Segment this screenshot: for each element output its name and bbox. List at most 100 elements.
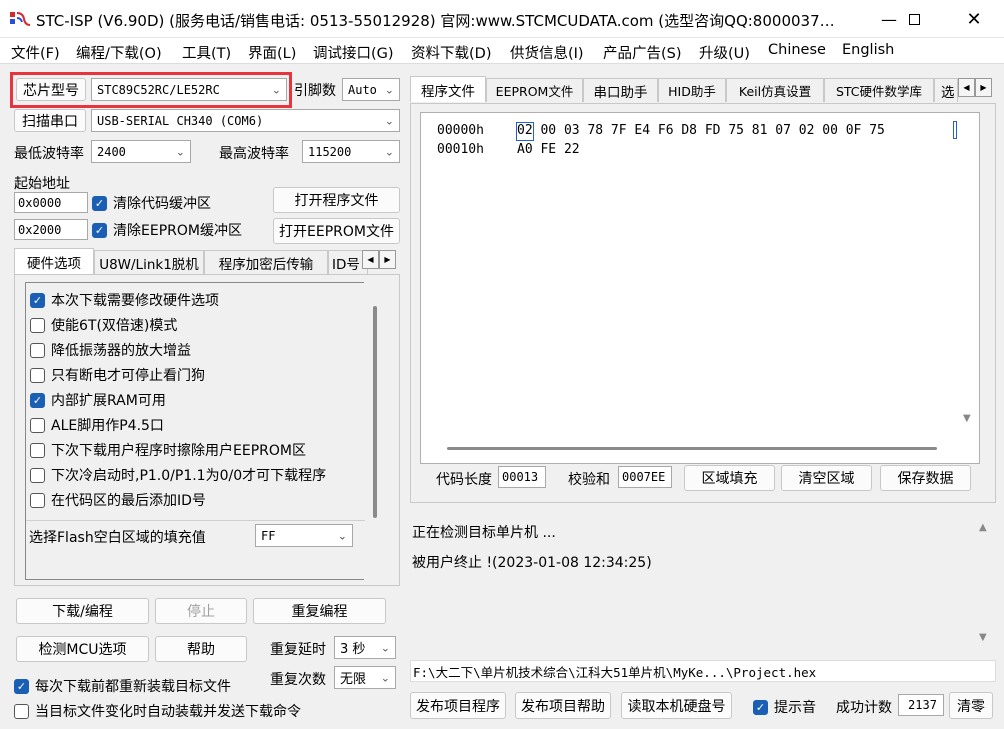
chip-model-select[interactable]: STC89C52RC/LE52RC ⌄ bbox=[91, 78, 287, 101]
clear-region-button[interactable]: 清空区域 bbox=[781, 465, 872, 491]
tab-eeprom-file[interactable]: EEPROM文件 bbox=[486, 78, 583, 102]
hardware-option-row[interactable]: ✓ 本次下载需要修改硬件选项 bbox=[30, 290, 219, 310]
help-button[interactable]: 帮助 bbox=[155, 636, 247, 662]
hardware-option-row[interactable]: ✓ 内部扩展RAM可用 bbox=[30, 390, 166, 410]
download-program-button[interactable]: 下载/编程 bbox=[16, 598, 149, 624]
tab-stc-math-lib[interactable]: STC硬件数学库 bbox=[824, 78, 934, 102]
repeat-delay-label: 重复延时 bbox=[270, 642, 326, 658]
tab-hid-assistant[interactable]: HID助手 bbox=[658, 78, 726, 102]
hardware-option-row[interactable]: 在代码区的最后添加ID号 bbox=[30, 490, 206, 510]
port-select[interactable]: USB-SERIAL CH340 (COM6) ⌄ bbox=[91, 109, 400, 132]
menu-chinese[interactable]: Chinese bbox=[768, 42, 826, 58]
tab-encrypted-transfer[interactable]: 程序加密后传输 bbox=[204, 250, 328, 274]
log-scrollbar[interactable]: ▲ ▼ bbox=[974, 518, 994, 650]
checkbox-unchecked-icon[interactable] bbox=[30, 367, 45, 383]
options-scrollbar[interactable] bbox=[373, 306, 377, 518]
check-mcu-button[interactable]: 检测MCU选项 bbox=[16, 636, 149, 662]
repeat-delay-select[interactable]: 3 秒 ⌄ bbox=[334, 636, 396, 659]
reset-count-button[interactable]: 清零 bbox=[949, 692, 993, 719]
checkbox-unchecked-icon[interactable] bbox=[30, 342, 45, 358]
checkbox-checked-icon[interactable]: ✓ bbox=[14, 678, 29, 694]
menu-upgrade[interactable]: 升级(U) bbox=[699, 42, 750, 63]
arrow-right-icon[interactable]: ▶ bbox=[975, 78, 992, 97]
menu-tools[interactable]: 工具(T) bbox=[182, 42, 231, 63]
checkbox-unchecked-icon[interactable] bbox=[30, 417, 45, 433]
repeat-count-select[interactable]: 无限 ⌄ bbox=[334, 666, 396, 689]
checkbox-checked-icon[interactable]: ✓ bbox=[753, 699, 768, 715]
reprogram-button[interactable]: 重复编程 bbox=[253, 598, 386, 624]
hardware-option-row[interactable]: 只有断电才可停止看门狗 bbox=[30, 365, 205, 385]
fill-region-button[interactable]: 区域填充 bbox=[684, 465, 775, 491]
menu-file[interactable]: 文件(F) bbox=[11, 42, 60, 63]
tab-more[interactable]: 选 bbox=[934, 78, 958, 102]
menu-debug-interface[interactable]: 调试接口(G) bbox=[313, 42, 394, 63]
checkbox-checked-icon[interactable]: ✓ bbox=[92, 222, 107, 238]
auto-reload-option[interactable]: 当目标文件变化时自动装载并发送下载命令 bbox=[14, 701, 301, 721]
arrow-up-icon[interactable]: ▲ bbox=[979, 522, 987, 533]
checkbox-unchecked-icon[interactable] bbox=[30, 442, 45, 458]
open-program-file-button[interactable]: 打开程序文件 bbox=[273, 187, 400, 213]
arrow-down-icon[interactable]: ▼ bbox=[979, 632, 987, 643]
beep-option[interactable]: ✓ 提示音 bbox=[753, 697, 816, 717]
save-data-button[interactable]: 保存数据 bbox=[880, 465, 971, 491]
right-tab-scroll-arrows[interactable]: ◀ ▶ bbox=[958, 78, 992, 97]
checkbox-unchecked-icon[interactable] bbox=[30, 467, 45, 483]
options-list: ✓ 本次下载需要修改硬件选项 使能6T(双倍速)模式 降低振荡器的放大增益 只有断电才可… bbox=[25, 282, 365, 580]
pins-select[interactable]: Auto ⌄ bbox=[342, 78, 400, 101]
checkbox-checked-icon[interactable]: ✓ bbox=[92, 195, 107, 211]
menu-program-download[interactable]: 编程/下载(O) bbox=[76, 42, 162, 63]
code-length-value: 00013 bbox=[498, 466, 546, 488]
checkbox-checked-icon[interactable]: ✓ bbox=[30, 292, 45, 308]
arrow-right-icon[interactable]: ▶ bbox=[379, 250, 396, 269]
checkbox-checked-icon[interactable]: ✓ bbox=[30, 392, 45, 408]
port-value: USB-SERIAL CH340 (COM6) bbox=[97, 113, 264, 128]
hardware-option-row[interactable]: 降低振荡器的放大增益 bbox=[30, 340, 191, 360]
hex-view[interactable]: 00000h 02 00 03 78 7F E4 F6 D8 FD 75 81 … bbox=[420, 112, 980, 464]
arrow-down-icon[interactable]: ▼ bbox=[963, 413, 971, 424]
tab-scroll-arrows[interactable]: ◀ ▶ bbox=[362, 250, 396, 269]
menu-interface[interactable]: 界面(L) bbox=[248, 42, 296, 63]
hex-bytes: 02 00 03 78 7F E4 F6 D8 FD 75 81 07 02 0… bbox=[517, 123, 885, 138]
menu-ads[interactable]: 产品广告(S) bbox=[603, 42, 682, 63]
close-button[interactable]: ✕ bbox=[951, 0, 997, 38]
read-disk-id-button[interactable]: 读取本机硬盘号 bbox=[621, 692, 732, 719]
checkbox-unchecked-icon[interactable] bbox=[30, 317, 45, 333]
hardware-option-row[interactable]: 使能6T(双倍速)模式 bbox=[30, 315, 177, 335]
window-title: STC-ISP (V6.90D) (服务电话/销售电话: 0513-550129… bbox=[36, 12, 835, 30]
clear-eeprom-buffer-option[interactable]: ✓ 清除EEPROM缓冲区 bbox=[92, 220, 242, 240]
code-address-input[interactable]: 0x0000 bbox=[14, 192, 88, 213]
hardware-option-row[interactable]: ALE脚用作P4.5口 bbox=[30, 415, 164, 435]
min-baud-select[interactable]: 2400 ⌄ bbox=[91, 140, 191, 163]
menu-supply-info[interactable]: 供货信息(I) bbox=[510, 42, 584, 63]
scan-port-button[interactable]: 扫描串口 bbox=[14, 109, 86, 132]
open-eeprom-file-button[interactable]: 打开EEPROM文件 bbox=[273, 218, 400, 244]
reload-each-download-option[interactable]: ✓ 每次下载前都重新装载目标文件 bbox=[14, 676, 231, 696]
tab-program-file[interactable]: 程序文件 bbox=[410, 76, 486, 102]
publish-program-button[interactable]: 发布项目程序 bbox=[410, 692, 506, 719]
hardware-option-row[interactable]: 下次下载用户程序时擦除用户EEPROM区 bbox=[30, 440, 306, 460]
arrow-left-icon[interactable]: ◀ bbox=[958, 78, 975, 97]
clear-code-buffer-option[interactable]: ✓ 清除代码缓冲区 bbox=[92, 193, 211, 213]
hardware-option-row[interactable]: 下次冷启动时,P1.0/P1.1为0/0才可下载程序 bbox=[30, 465, 326, 485]
checkbox-unchecked-icon[interactable] bbox=[14, 703, 29, 719]
chip-model-button[interactable]: 芯片型号 bbox=[16, 78, 86, 101]
checkbox-unchecked-icon[interactable] bbox=[30, 492, 45, 508]
menu-english[interactable]: English bbox=[842, 42, 894, 58]
eeprom-address-input[interactable]: 0x2000 bbox=[14, 219, 88, 240]
tab-serial-assistant[interactable]: 串口助手 bbox=[583, 78, 658, 102]
file-path-display: F:\大二下\单片机技术综合\江科大51单片机\MyKe...\Project.… bbox=[410, 660, 996, 682]
stop-button[interactable]: 停止 bbox=[155, 598, 247, 624]
tab-hardware-options[interactable]: 硬件选项 bbox=[14, 248, 94, 274]
max-baud-select[interactable]: 115200 ⌄ bbox=[302, 140, 400, 163]
maximize-button[interactable] bbox=[891, 0, 937, 38]
menu-docs-download[interactable]: 资料下载(D) bbox=[411, 42, 491, 63]
hex-vertical-scrollbar[interactable]: ▼ bbox=[959, 113, 979, 445]
hex-horizontal-scrollbar[interactable] bbox=[447, 447, 937, 450]
publish-help-button[interactable]: 发布项目帮助 bbox=[515, 692, 611, 719]
tab-u8w-offline[interactable]: U8W/Link1脱机 bbox=[94, 250, 204, 274]
chevron-down-icon: ⌄ bbox=[337, 529, 347, 542]
arrow-left-icon[interactable]: ◀ bbox=[362, 250, 379, 269]
min-baud-label: 最低波特率 bbox=[14, 146, 84, 162]
fill-value-select[interactable]: FF ⌄ bbox=[255, 524, 353, 547]
tab-keil-sim[interactable]: Keil仿真设置 bbox=[726, 78, 824, 102]
